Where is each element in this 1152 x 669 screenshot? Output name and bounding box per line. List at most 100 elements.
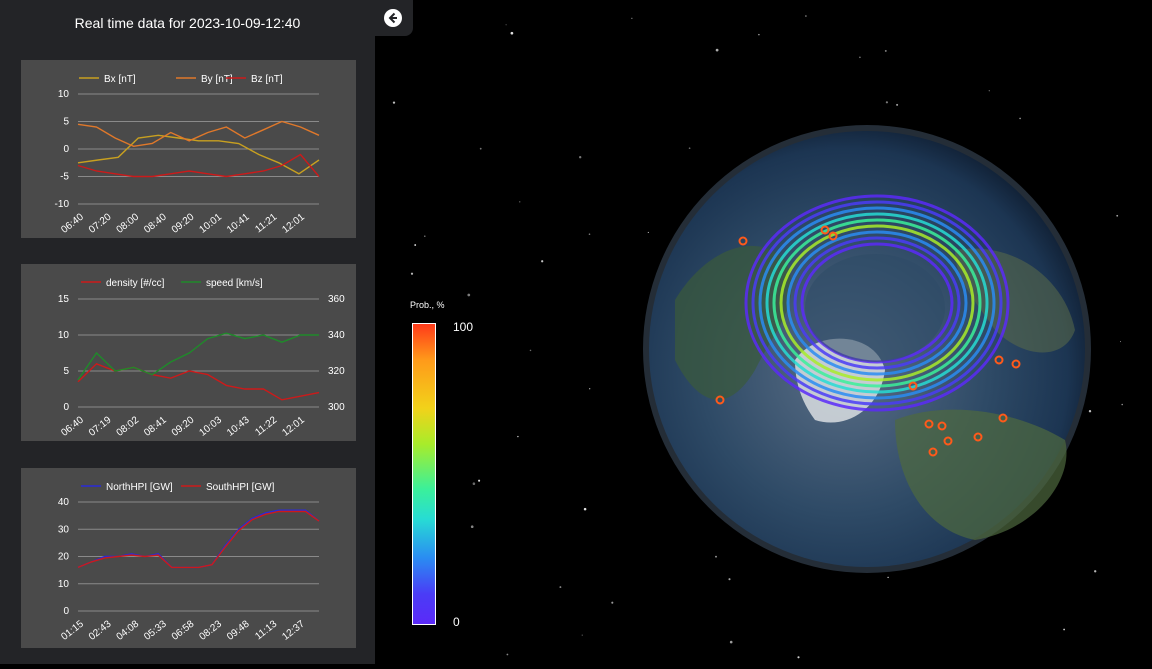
legend-label[interactable]: SouthHPI [GW] — [206, 482, 275, 493]
plasma-chart-svg: 15 10 5 0 360 340 320 300 06:40 07:19 08:02 08:41 09… — [58, 278, 345, 439]
series-line — [77, 510, 320, 569]
star — [1019, 117, 1021, 120]
x-tick-label: 12:01 — [280, 211, 307, 235]
y-tick-label: 10 — [58, 330, 70, 341]
x-tick-label: 10:01 — [197, 211, 224, 235]
polar-cap — [805, 254, 945, 362]
hemispheric-power-chart: 40 30 20 10 0 01:15 02:43 04:08 05:33 06:58 08:23 0… — [21, 468, 356, 648]
magnetic-field-chart-svg: 10 5 0 -5 -1006:40 07:20 08:00 08:40 09:20 10:01 1… — [55, 74, 320, 236]
x-tick-label: 12:37 — [280, 618, 307, 642]
star — [392, 101, 396, 104]
star — [729, 640, 733, 644]
star — [631, 17, 633, 19]
series-line — [77, 134, 320, 175]
star — [588, 233, 591, 235]
colorbar-max-label: 100 — [453, 320, 474, 334]
star — [505, 24, 507, 26]
legend-label[interactable]: Bx [nT] — [104, 74, 136, 85]
y-tick-label: 0 — [63, 402, 69, 413]
y2-tick-label: 320 — [328, 366, 345, 377]
panel-title: Real time data for 2023-10-09-12:40 — [74, 15, 301, 31]
y-tick-label: 5 — [63, 117, 69, 128]
star — [467, 293, 471, 297]
collapse-sidebar-button[interactable] — [375, 0, 413, 36]
globe-view[interactable] — [375, 0, 1152, 664]
star — [410, 272, 414, 275]
star — [885, 101, 889, 104]
star — [1119, 341, 1122, 343]
y2-tick-label: 300 — [328, 402, 345, 413]
magnetic-field-chart: 10 5 0 -5 -10 06:40 07:20 08:00 08:40 09:20 10:01 1… — [21, 60, 356, 238]
colorbar-title: Prob., % — [410, 300, 445, 310]
x-tick-label: 04:08 — [115, 618, 142, 642]
x-tick-label: 07:19 — [87, 414, 114, 438]
x-tick-label: 07:20 — [87, 211, 114, 235]
x-tick-label: 08:00 — [115, 211, 142, 235]
star — [519, 201, 521, 203]
y-tick-label: 0 — [63, 606, 69, 617]
y2-tick-label: 360 — [328, 294, 345, 305]
star — [988, 90, 990, 92]
x-tick-label: 01:15 — [59, 618, 86, 642]
star — [559, 586, 562, 589]
x-tick-label: 11:13 — [253, 618, 279, 642]
legend-label[interactable]: density [#/cc] — [106, 278, 165, 289]
y-tick-label: -5 — [60, 172, 69, 183]
star — [510, 31, 514, 35]
star — [1121, 403, 1123, 406]
x-tick-label: 09:20 — [170, 211, 197, 235]
legend-label[interactable]: speed [km/s] — [206, 278, 263, 289]
star — [1116, 214, 1119, 217]
x-tick-label: 12:01 — [280, 414, 307, 438]
x-tick-label: 08:40 — [142, 211, 169, 235]
legend-label[interactable]: NorthHPI [GW] — [106, 482, 173, 493]
x-tick-label: 05:33 — [142, 618, 169, 642]
star — [479, 147, 482, 150]
star — [581, 634, 583, 636]
globe-canvas[interactable] — [375, 0, 1152, 664]
y-tick-label: 10 — [58, 89, 70, 100]
star — [541, 260, 544, 263]
plasma-chart: 15 10 5 0 360 340 320 300 06:40 07:19 08:02 08:41 09… — [21, 264, 356, 441]
y-tick-label: 20 — [58, 552, 70, 563]
probability-colorbar — [412, 323, 436, 625]
y-tick-label: -10 — [55, 199, 70, 210]
star — [583, 507, 587, 511]
arrow-left-circle-icon[interactable] — [384, 9, 402, 27]
data-sidebar: Real time data for 2023-10-09-12:40 10 5 0… — [0, 0, 375, 664]
star — [472, 482, 476, 485]
x-tick-label: 10:43 — [225, 414, 252, 438]
star — [797, 656, 800, 659]
x-tick-label: 09:20 — [170, 414, 197, 438]
y-tick-label: 30 — [58, 524, 70, 535]
x-tick-label: 08:02 — [115, 414, 142, 438]
y-tick-label: 10 — [58, 579, 70, 590]
hemispheric-power-chart-svg: 40 30 20 10 001:15 02:43 04:08 05:33 06:58 08:23 0… — [58, 482, 320, 643]
x-tick-label: 06:58 — [170, 618, 197, 642]
star — [529, 349, 532, 352]
legend-label[interactable]: Bz [nT] — [251, 74, 283, 85]
star — [887, 576, 889, 579]
star — [517, 435, 519, 438]
star — [1088, 409, 1092, 413]
x-tick-label: 02:43 — [87, 618, 114, 642]
star — [805, 15, 807, 17]
star — [1063, 628, 1065, 631]
y-tick-label: 5 — [63, 366, 69, 377]
star — [589, 388, 591, 390]
y-tick-label: 0 — [63, 144, 69, 155]
star — [506, 653, 509, 656]
x-tick-label: 06:40 — [59, 211, 86, 235]
x-tick-label: 09:48 — [225, 618, 252, 642]
legend-label[interactable]: By [nT] — [201, 74, 233, 85]
star — [478, 479, 481, 482]
y-tick-label: 15 — [58, 294, 70, 305]
star — [728, 578, 731, 581]
x-tick-label: 11:21 — [253, 211, 279, 235]
star — [424, 235, 426, 237]
star — [611, 601, 614, 604]
y-tick-label: 40 — [58, 497, 70, 508]
star — [715, 555, 717, 558]
star — [859, 56, 861, 59]
colorbar-min-label: 0 — [453, 615, 460, 629]
